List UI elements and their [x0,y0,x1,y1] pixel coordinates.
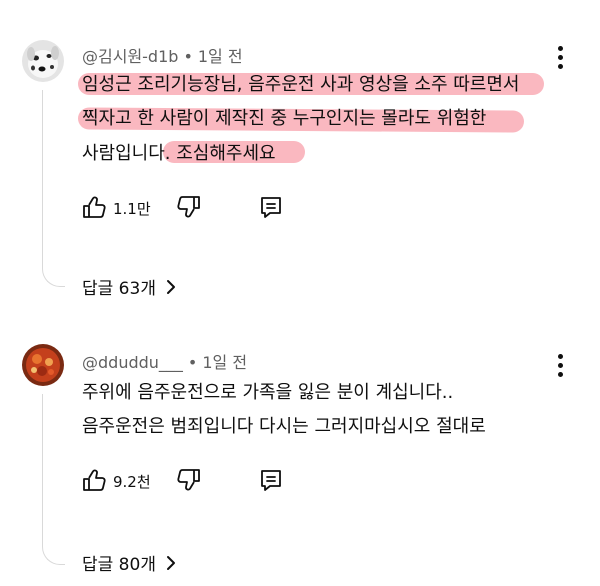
comment-meta: @dduddu___ • 1일 전 [82,353,248,372]
thumbs-down-icon[interactable] [175,466,203,494]
like-count: 1.1만 [113,200,151,218]
avatar[interactable] [22,344,64,386]
view-replies-button[interactable]: 답글 80개 [82,550,178,575]
chevron-right-icon [166,555,175,570]
author-name[interactable]: @dduddu___ [82,353,183,372]
thumbs-up-icon[interactable] [80,466,108,494]
dalmatian-avatar-image [22,40,64,82]
comment-reply-icon[interactable] [257,193,285,221]
avatar[interactable] [22,40,64,82]
thumbs-down-icon[interactable] [175,193,203,221]
comment-text-line: 임성근 조리기능장님, 음주운전 사과 영상을 소주 따르면서 [82,74,520,95]
author-name[interactable]: @김시원-d1b [82,47,178,66]
chevron-right-icon [166,279,175,294]
comment-time[interactable]: 1일 전 [202,353,247,372]
comment-time[interactable]: 1일 전 [198,47,243,66]
comment-meta: @김시원-d1b • 1일 전 [82,47,243,66]
reply-thread-line [42,90,65,287]
more-vert-icon[interactable] [548,353,572,377]
reply-thread-line [42,394,65,565]
comment-reply-icon[interactable] [257,466,285,494]
comment-text-line: 사람입니다. 조심해주세요 [82,143,276,164]
thumbs-up-icon[interactable] [80,193,108,221]
replies-label: 답글 63개 [82,279,156,299]
more-vert-icon[interactable] [548,45,572,69]
view-replies-button[interactable]: 답글 63개 [82,274,178,299]
like-count: 9.2천 [113,473,151,491]
food-avatar-image [22,344,64,386]
comment-text-line: 음주운전은 범죄입니다 다시는 그러지마십시오 절대로 [82,416,486,437]
comment-text-line: 찍자고 한 사람이 제작진 중 누구인지는 몰라도 위험한 [82,108,487,129]
comment-text-line: 주위에 음주운전으로 가족을 잃은 분이 계십니다.. [82,382,454,403]
replies-label: 답글 80개 [82,555,156,575]
